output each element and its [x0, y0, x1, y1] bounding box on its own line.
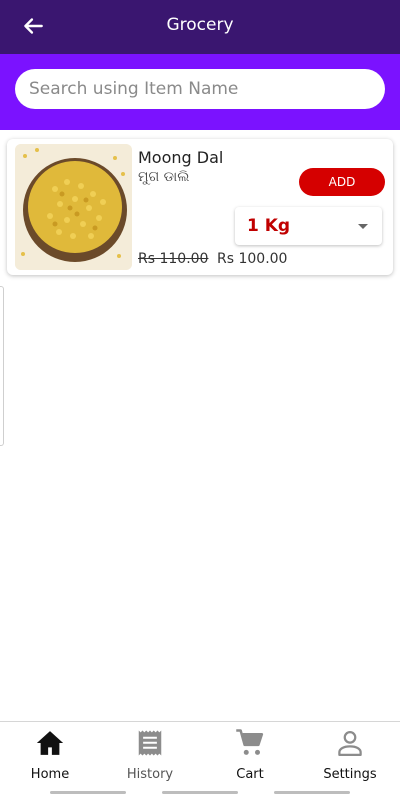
nav-label-history: History [126, 767, 174, 782]
app-bar: Grocery [0, 0, 400, 54]
nav-item-settings[interactable]: Settings [300, 722, 400, 792]
product-local-name: ମୁଗ ଡାଲି [138, 169, 190, 185]
receipt-icon [138, 730, 162, 756]
search-input[interactable] [15, 69, 385, 109]
original-price: Rs 110.00 [138, 251, 209, 267]
nav-label-settings: Settings [323, 767, 377, 782]
bottom-navigation: Home History Cart Settings [0, 721, 400, 800]
sale-price: Rs 100.00 [217, 251, 288, 267]
nav-item-home[interactable]: Home [0, 722, 100, 792]
side-drawer-handle[interactable] [0, 286, 4, 446]
gesture-bar [50, 791, 126, 794]
nav-label-home: Home [30, 767, 70, 782]
product-card[interactable]: Moong Dal ମୁଗ ଡାଲି ADD 1 Kg Rs 110.00 Rs… [7, 139, 393, 275]
nav-item-history[interactable]: History [100, 722, 200, 792]
home-icon [36, 731, 64, 755]
search-bar-container [0, 54, 400, 130]
quantity-value: 1 Kg [247, 216, 291, 236]
nav-item-cart[interactable]: Cart [200, 722, 300, 792]
nav-label-cart: Cart [236, 767, 264, 782]
quantity-dropdown[interactable]: 1 Kg [235, 207, 382, 245]
add-button[interactable]: ADD [299, 168, 385, 196]
gesture-bar [162, 791, 238, 794]
product-name: Moong Dal [138, 148, 224, 167]
user-icon [338, 731, 362, 756]
chevron-down-icon [358, 224, 368, 229]
cart-icon [236, 729, 264, 755]
product-image [15, 144, 132, 270]
gesture-bar [274, 791, 350, 794]
page-title: Grocery [166, 15, 234, 35]
